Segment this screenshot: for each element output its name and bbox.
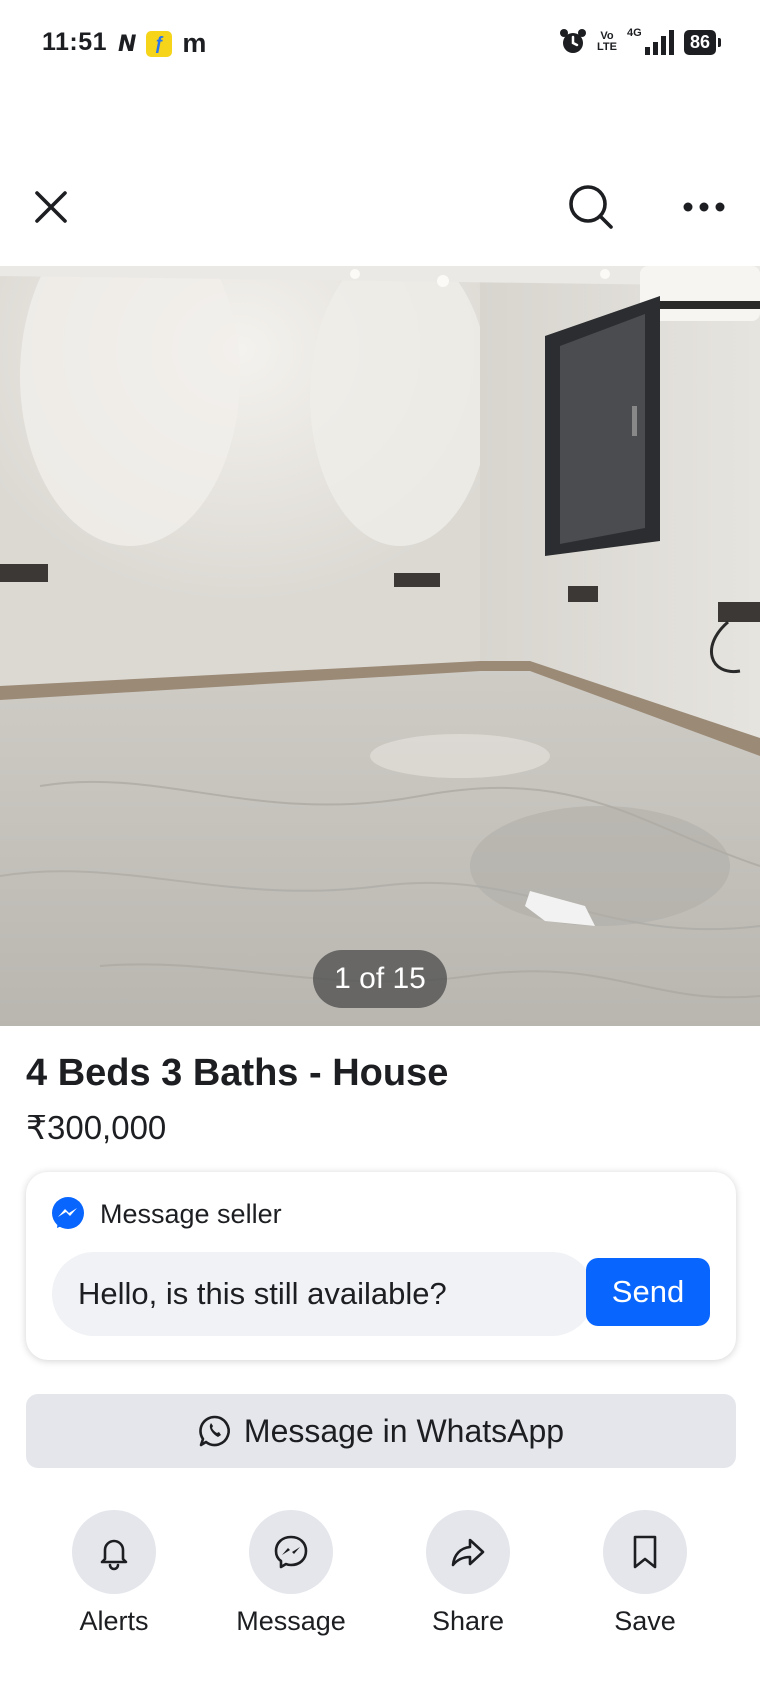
listing-title: 4 Beds 3 Baths - House [26, 1052, 449, 1094]
message-seller-heading: Message seller [100, 1198, 282, 1229]
bookmark-icon [633, 1535, 657, 1569]
send-button[interactable]: Send [586, 1258, 710, 1326]
share-icon [451, 1538, 485, 1567]
notification-letter: m [182, 28, 207, 58]
message-seller-header: Message seller [50, 1196, 282, 1232]
share-button[interactable] [426, 1510, 510, 1594]
volte-indicator: Vo LTE [597, 31, 617, 53]
notification-app-icon: 𝙉 [118, 30, 137, 56]
message-button[interactable] [249, 1510, 333, 1594]
alerts-label: Alerts [79, 1606, 149, 1636]
flipkart-icon: ƒ [146, 30, 173, 57]
whatsapp-icon [199, 1415, 230, 1447]
listing-price: ₹300,000 [26, 1109, 167, 1146]
more-options-button[interactable] [674, 182, 734, 232]
close-button[interactable] [26, 182, 76, 232]
action-row: Alerts Message Share Save [0, 1510, 760, 1660]
save-label: Save [614, 1606, 676, 1636]
share-label: Share [431, 1606, 505, 1636]
battery-level: 86 [683, 29, 722, 55]
status-notification-icons: 𝙉 ƒ m [118, 28, 206, 59]
listing-photo[interactable] [0, 266, 760, 1026]
save-button[interactable] [603, 1510, 687, 1594]
network-type: 4G [626, 27, 642, 39]
status-time: 11:51 [42, 28, 108, 56]
alerts-button[interactable] [72, 1510, 156, 1594]
alerts-action[interactable]: Alerts [34, 1510, 194, 1637]
status-system-icons: Vo LTE 4G 86 [559, 27, 722, 56]
listing-top-bar [0, 170, 760, 250]
volte-line2: LTE [597, 41, 617, 53]
search-button[interactable] [564, 180, 618, 234]
alarm-icon [560, 29, 586, 53]
message-seller-card: Message seller Send [26, 1172, 736, 1360]
room-photo-image [0, 266, 760, 1026]
bell-icon [100, 1539, 128, 1571]
message-label: Message [236, 1606, 346, 1636]
more-horizontal-icon [683, 202, 725, 212]
search-icon [569, 185, 613, 229]
message-input[interactable] [52, 1252, 594, 1336]
message-action[interactable]: Message [211, 1510, 371, 1637]
status-bar: 11:51 𝙉 ƒ m Vo LTE 4G 86 [0, 0, 760, 90]
whatsapp-label: Message in WhatsApp [243, 1412, 565, 1449]
messenger-icon [52, 1197, 84, 1229]
close-icon [35, 191, 67, 223]
photo-counter: 1 of 15 [313, 950, 447, 1008]
save-action[interactable]: Save [565, 1510, 725, 1637]
whatsapp-button[interactable]: Message in WhatsApp [26, 1394, 736, 1468]
signal-icon: 4G [626, 27, 674, 55]
share-action[interactable]: Share [388, 1510, 548, 1637]
messenger-icon [274, 1535, 308, 1569]
